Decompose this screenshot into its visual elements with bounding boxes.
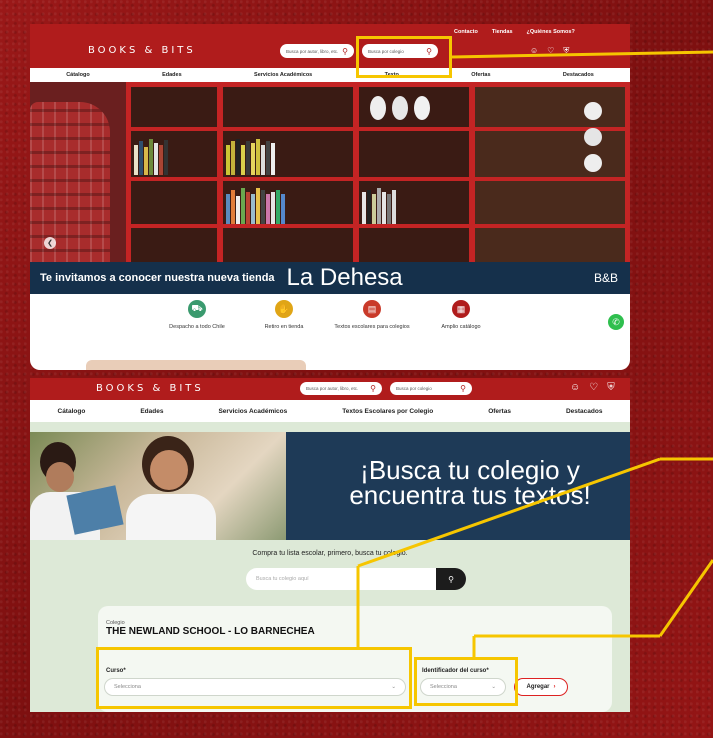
rugby-balls-image <box>370 96 430 120</box>
callout-line <box>658 559 713 637</box>
brand-logo: BOOKS & BITS <box>88 45 196 56</box>
carousel-prev-button[interactable]: ❮ <box>44 237 56 249</box>
books-image <box>226 186 285 224</box>
search-icon: ⚲ <box>342 46 348 56</box>
school-search-button[interactable]: ⚲ <box>436 568 466 590</box>
school-name: THE NEWLAND SCHOOL - LO BARNECHEA <box>106 626 315 637</box>
user-icon[interactable]: ☺ <box>530 46 538 56</box>
banner-store-name: La Dehesa <box>286 264 403 291</box>
search-icon: ⚲ <box>370 384 376 393</box>
nav-ofertas[interactable]: Ofertas <box>471 72 490 78</box>
nav-ofertas[interactable]: Ofertas <box>488 408 511 415</box>
header-bar: BOOKS & BITS Busca por autor, libro, etc… <box>30 378 630 400</box>
nav-textos[interactable]: Textos Escolares por Colegio <box>342 408 433 415</box>
highlight-identificador-field <box>414 657 518 706</box>
chevron-right-icon: › <box>553 684 556 690</box>
user-icon[interactable]: ☺ <box>570 382 580 393</box>
search-icon: ⚲ <box>460 384 466 393</box>
highlight-curso-field <box>96 647 412 709</box>
main-nav: Cátalogo Edades Servicios Académicos Tex… <box>30 400 630 422</box>
search-school-input[interactable]: Busca por colegio ⚲ <box>390 382 472 395</box>
books-image <box>362 186 396 224</box>
truck-icon: ⛟ <box>188 300 206 318</box>
books-image <box>134 137 168 175</box>
hero-title: ¡Busca tu colegio y encuentra tus textos… <box>349 455 591 510</box>
link-tiendas[interactable]: Tiendas <box>492 29 513 35</box>
heart-icon[interactable]: ♡ <box>547 46 554 56</box>
plaid-chair-image <box>30 102 110 266</box>
banner-text: Te invitamos a conocer nuestra nueva tie… <box>40 272 275 284</box>
shelf-image <box>470 82 630 266</box>
add-button[interactable]: Agregar › <box>514 678 568 696</box>
chevron-left-icon: ❮ <box>47 240 53 247</box>
nav-edades[interactable]: Edades <box>162 72 182 78</box>
nav-catalogo[interactable]: Cátalogo <box>58 408 86 415</box>
cart-icon[interactable]: ⛨ <box>607 382 615 393</box>
heart-icon[interactable]: ♡ <box>589 382 598 393</box>
nav-servicios[interactable]: Servicios Académicos <box>218 408 287 415</box>
books-image <box>226 137 275 175</box>
intro-text: Compra tu lista escolar, primero, busca … <box>252 550 408 557</box>
link-quienes-somos[interactable]: ¿Quiénes Somos? <box>527 29 575 35</box>
feature-pickup: ✋ Retiro en tienda <box>239 300 329 331</box>
search-icon: ⚲ <box>448 574 454 584</box>
nav-edades[interactable]: Edades <box>140 408 163 415</box>
school-search-field[interactable]: Busca tu colegio aquí ⚲ <box>246 568 466 590</box>
feature-shipping: ⛟ Despacho a todo Chile <box>152 300 242 331</box>
nav-destacados[interactable]: Destacados <box>563 72 594 78</box>
highlight-school-search <box>356 36 452 78</box>
feature-catalog: ▦ Amplio catálogo <box>416 300 506 331</box>
search-author-input[interactable]: Busca por autor, libro, etc. ⚲ <box>300 382 382 395</box>
hand-icon: ✋ <box>275 300 293 318</box>
balls-image <box>584 102 602 172</box>
promo-banner: Te invitamos a conocer nuestra nueva tie… <box>30 262 630 294</box>
whatsapp-button[interactable]: ✆ <box>608 314 624 330</box>
link-contacto[interactable]: Contacto <box>454 29 478 35</box>
whatsapp-icon: ✆ <box>612 316 620 327</box>
nav-catalogo[interactable]: Cátalogo <box>66 72 90 78</box>
book-icon: ▤ <box>363 300 381 318</box>
feature-school-texts: ▤ Textos escolares para colegios <box>327 300 417 331</box>
search-author-input[interactable]: Busca por autor, libro, etc. ⚲ <box>280 44 354 58</box>
store-homepage-screenshot: BOOKS & BITS Contacto Tiendas ¿Quiénes S… <box>30 24 630 370</box>
header-icons: ☺ ♡ ⛨ <box>570 382 615 393</box>
brand-logo: BOOKS & BITS <box>96 383 204 394</box>
main-nav: Cátalogo Edades Servicios Académicos Tex… <box>30 68 630 82</box>
next-section-preview <box>86 360 306 370</box>
store-photo-hero: ❮ <box>30 82 630 266</box>
school-hero-banner: ¡Busca tu colegio y encuentra tus textos… <box>30 432 630 540</box>
banner-logo: B&B <box>593 271 618 285</box>
books-icon: ▦ <box>452 300 470 318</box>
nav-destacados[interactable]: Destacados <box>566 408 603 415</box>
students-photo <box>30 432 286 540</box>
top-links: Contacto Tiendas ¿Quiénes Somos? <box>454 29 575 35</box>
cart-icon[interactable]: ⛨ <box>563 46 569 56</box>
header-bar: BOOKS & BITS Contacto Tiendas ¿Quiénes S… <box>30 24 630 68</box>
nav-servicios[interactable]: Servicios Académicos <box>254 72 312 78</box>
header-icons: ☺ ♡ ⛨ <box>530 46 569 56</box>
